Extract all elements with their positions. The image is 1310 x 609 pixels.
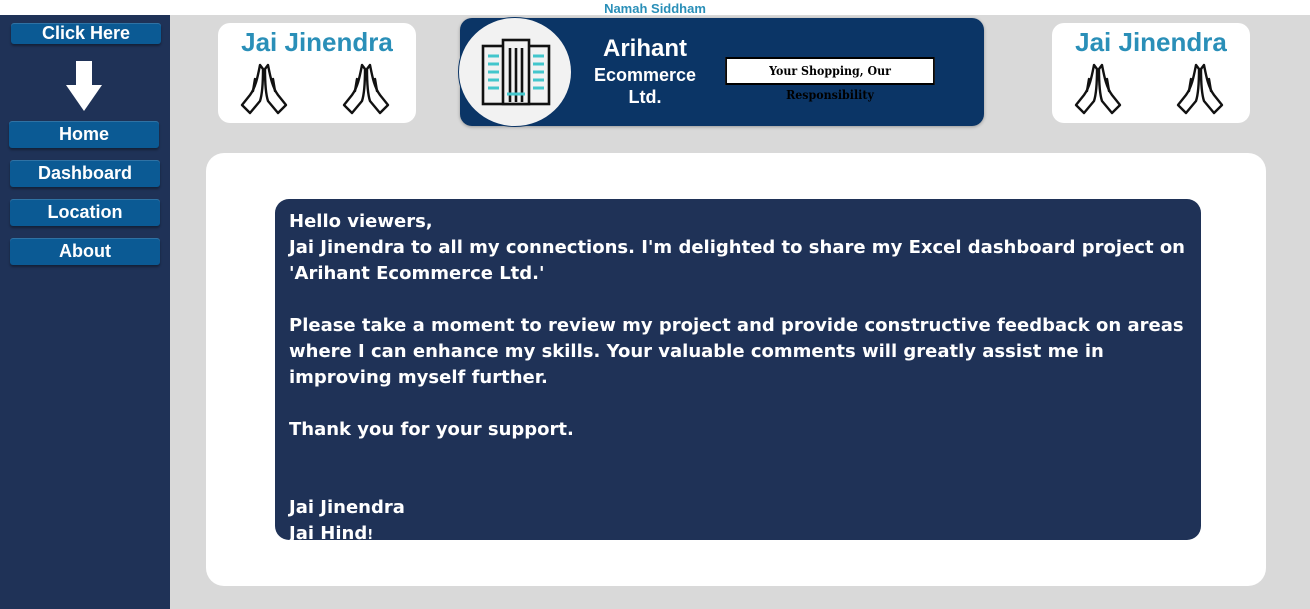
- signature-line2: Jai Hind!: [289, 521, 1187, 549]
- message-intro: Jai Jinendra to all my connections. I'm …: [289, 237, 1186, 284]
- message-request: Please take a moment to review my projec…: [289, 315, 1184, 388]
- message-thanks: Thank you for your support.: [289, 419, 574, 440]
- folded-hands-icon: [240, 63, 288, 115]
- folded-hands-icon: [342, 63, 390, 115]
- brand-name: Arihant Ecommerce Ltd.: [580, 34, 710, 108]
- brand-tagline: Your Shopping, Our Responsibility: [725, 57, 935, 102]
- brand-name-line1: Arihant: [603, 35, 687, 62]
- sidebar-item-home[interactable]: Home: [9, 121, 159, 148]
- greeting-card-left: Jai Jinendra: [218, 23, 416, 123]
- top-title: Namah Siddham: [604, 1, 706, 16]
- brand-banner: Arihant Ecommerce Ltd. Your Shopping, Ou…: [458, 17, 984, 127]
- greeting-card-right: Jai Jinendra: [1052, 23, 1250, 123]
- sidebar-item-dashboard[interactable]: Dashboard: [10, 160, 160, 187]
- greeting-title: Jai Jinendra: [1075, 27, 1227, 57]
- arrow-down-icon: [66, 61, 102, 118]
- logo: [458, 17, 572, 127]
- sidebar: Click Here Home Dashboard Location About: [0, 15, 170, 609]
- brand-name-line3: Ltd.: [628, 87, 662, 107]
- sidebar-item-location[interactable]: Location: [10, 199, 160, 226]
- top-title-bar: Namah Siddham: [0, 0, 1310, 16]
- signature-text: Jai Hind: [289, 523, 368, 544]
- brand-name-line2: Ecommerce: [593, 65, 697, 85]
- message-greeting: Hello viewers,: [289, 211, 433, 232]
- greeting-title: Jai Jinendra: [241, 27, 393, 57]
- building-icon: [481, 38, 551, 106]
- message-box: Hello viewers, Jai Jinendra to all my co…: [275, 199, 1201, 544]
- sidebar-item-about[interactable]: About: [10, 238, 160, 265]
- click-here-button[interactable]: Click Here: [11, 23, 161, 44]
- signature-exclamation: !: [367, 528, 374, 543]
- signature-line1: Jai Jinendra: [289, 497, 405, 518]
- folded-hands-icon: [1176, 63, 1224, 115]
- folded-hands-icon: [1074, 63, 1122, 115]
